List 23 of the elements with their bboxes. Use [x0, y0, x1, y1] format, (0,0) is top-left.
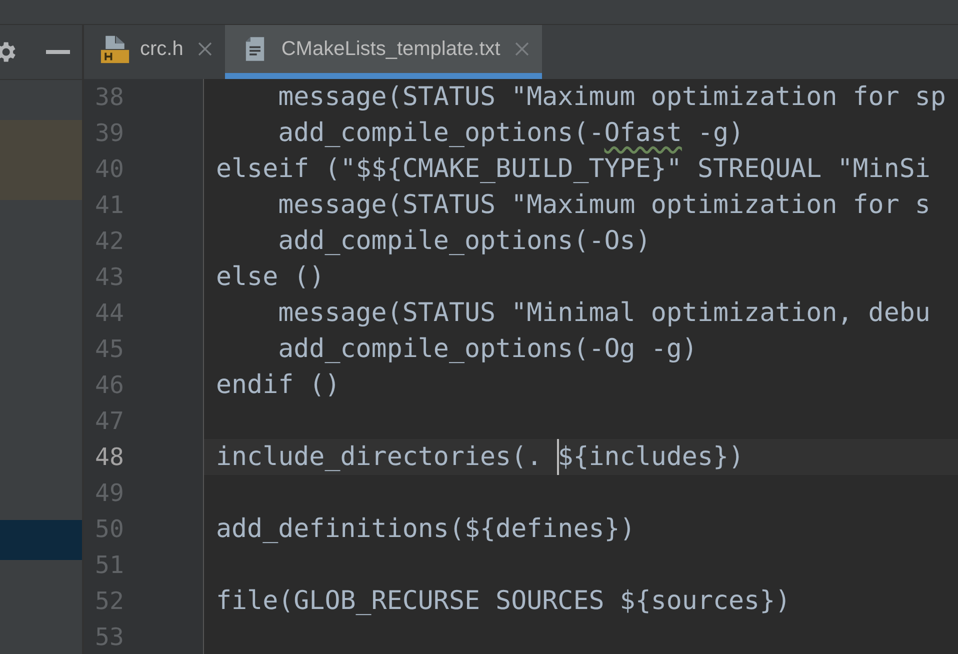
- editor-tab[interactable]: crc.h: [84, 25, 226, 79]
- code-line: add_compile_options(-Ofast -g): [277, 118, 744, 148]
- text-file-icon: [245, 36, 266, 62]
- close-icon[interactable]: [514, 41, 530, 57]
- minimize-icon[interactable]: [46, 50, 70, 54]
- code-line: add_compile_options(-Os): [277, 226, 651, 256]
- code-line: else (): [216, 262, 325, 292]
- line-number: 48: [95, 443, 124, 471]
- code-line: elseif ("$${CMAKE_BUILD_TYPE}" STREQUAL "MinSi: [216, 154, 930, 184]
- code-line: message(STATUS "Maximum optimization for s: [277, 190, 930, 220]
- code-editor[interactable]: [84, 79, 958, 654]
- code-line: message(STATUS "Maximum optimization for sp: [277, 82, 946, 112]
- code-line: add_compile_options(-Og -g): [277, 334, 698, 364]
- code-line: include_directories(. ${includes}): [216, 442, 744, 472]
- header-file-icon: [100, 34, 130, 64]
- code-line: file(GLOB_RECURSE SOURCES ${sources}): [216, 586, 791, 616]
- editor-tab[interactable]: CMakeLists_template.txt: [225, 25, 542, 79]
- code-line: message(STATUS "Minimal optimization, debu: [277, 298, 930, 328]
- code-line: endif (): [216, 370, 340, 400]
- close-icon[interactable]: [197, 41, 214, 57]
- code-line: add_definitions(${defines}): [216, 514, 636, 544]
- selected-row[interactable]: [0, 520, 82, 560]
- highlighted-row[interactable]: [0, 120, 82, 200]
